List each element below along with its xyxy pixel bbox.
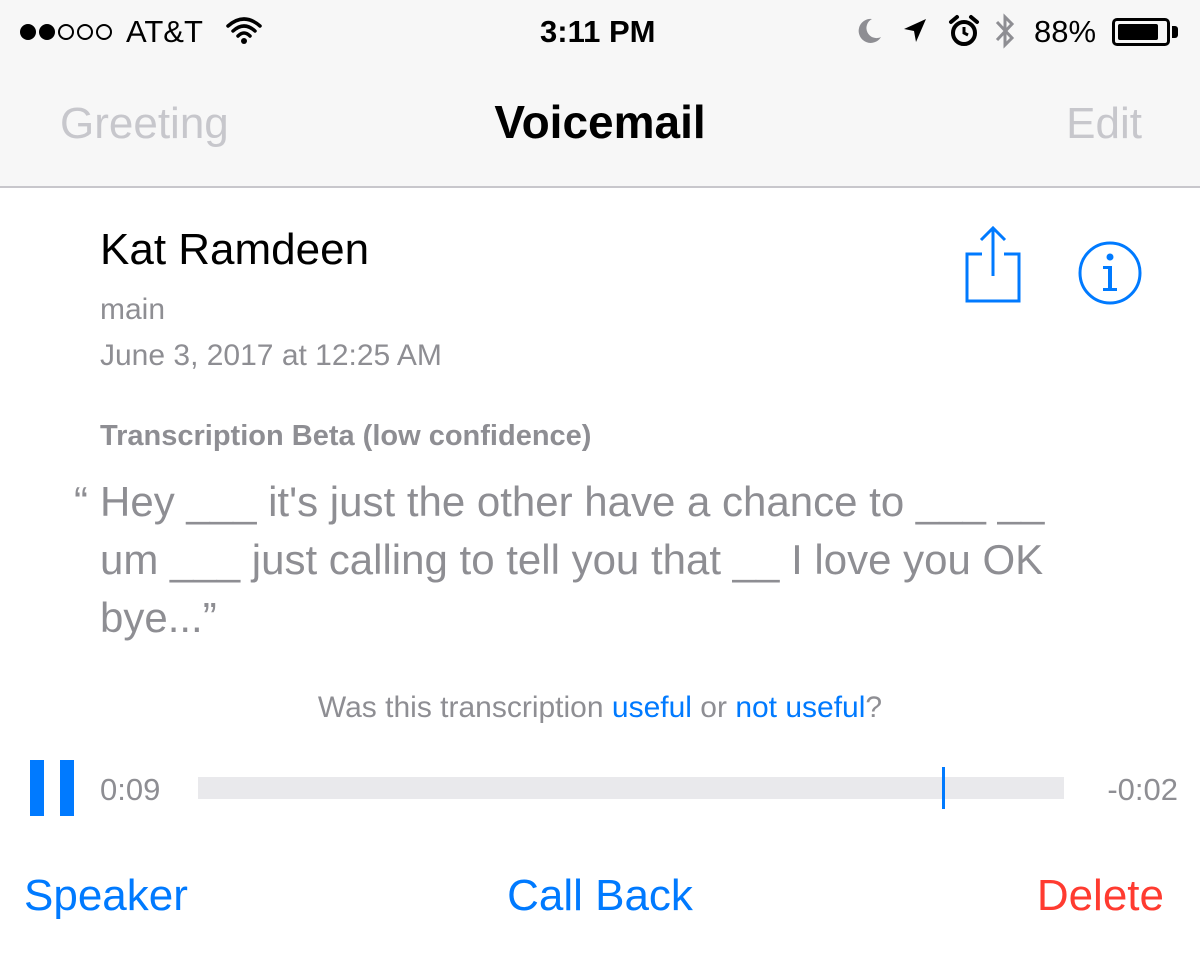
playhead[interactable] [941,767,945,809]
transcription-text: “ Hey ___ it's just the other have a cha… [74,473,1060,647]
status-time: 3:11 PM [540,14,656,49]
battery-level-fill [1118,24,1158,40]
elapsed-time: 0:09 [100,772,161,807]
playback-progress [198,777,943,799]
carrier-name: AT&T [126,14,203,49]
alarm-icon [948,14,980,53]
battery-icon [1112,18,1170,46]
useful-link[interactable]: useful [612,691,692,724]
call-back-button[interactable]: Call Back [0,866,1200,926]
location-icon [900,16,930,51]
bluetooth-icon [992,12,1018,55]
status-bar: AT&T 3:11 PM 88% [0,0,1200,64]
not-useful-link[interactable]: not useful [735,691,865,724]
page-title: Voicemail [494,96,706,148]
battery-tip [1172,26,1178,38]
moon-icon [854,16,884,51]
feedback-prefix: Was this transcription [317,691,612,724]
feedback-suffix: ? [865,691,883,724]
delete-button[interactable]: Delete [1037,866,1164,926]
playback-scrubber[interactable] [198,767,1064,809]
transcription-body: Hey ___ it's just the other have a chanc… [100,478,1045,641]
phone-label: main [100,293,166,326]
share-icon[interactable] [960,224,1026,309]
signal-strength-icon [20,18,112,46]
edit-button[interactable]: Edit [1066,96,1142,152]
voicemail-datetime: June 3, 2017 at 12:25 AM [100,339,442,372]
remaining-time: -0:02 [1107,772,1178,807]
caller-name: Kat Ramdeen [100,225,370,274]
battery-percentage: 88% [1034,14,1097,49]
pause-icon[interactable] [30,760,74,816]
wifi-icon [226,16,262,51]
transcription-heading: Transcription Beta (low confidence) [100,420,592,452]
feedback-or: or [691,691,736,724]
info-icon[interactable] [1077,240,1143,311]
transcription-feedback: Was this transcription useful or not use… [0,688,1200,728]
open-quote: “ [74,478,88,525]
